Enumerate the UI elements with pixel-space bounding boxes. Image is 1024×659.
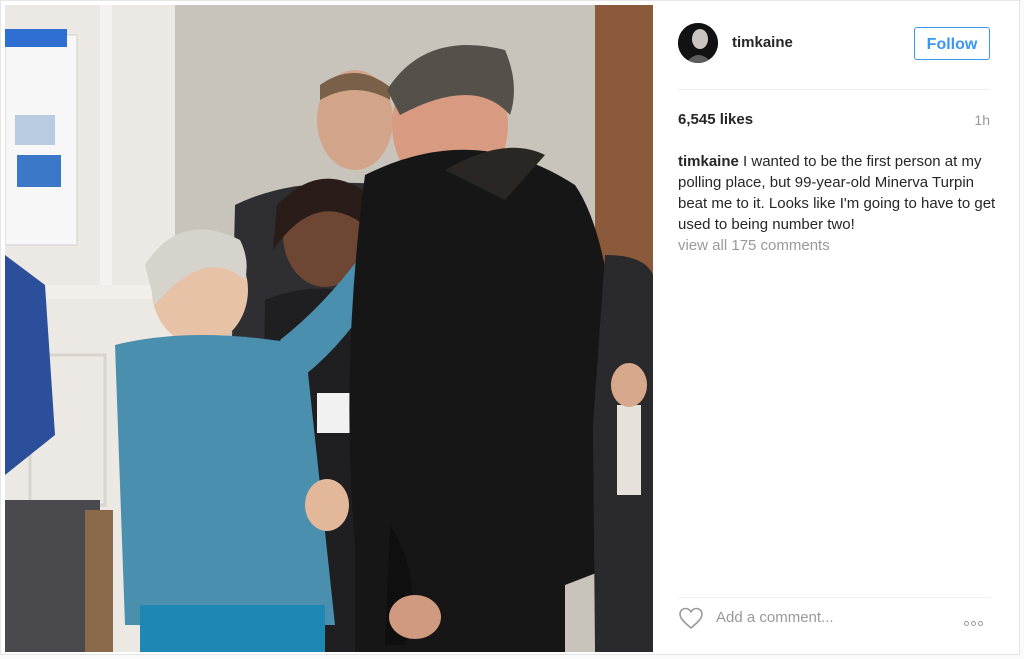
avatar[interactable] <box>678 23 718 63</box>
caption-username-link[interactable]: timkaine <box>678 153 739 170</box>
post-photo[interactable] <box>5 5 653 652</box>
instagram-post: timkaine Follow 6,545 likes 1h timkaine … <box>0 0 1020 655</box>
post-header: timkaine Follow <box>678 21 990 90</box>
heart-icon[interactable] <box>678 606 704 630</box>
follow-button[interactable]: Follow <box>914 27 990 60</box>
add-comment-input[interactable] <box>716 606 936 628</box>
username-link[interactable]: timkaine <box>732 34 793 51</box>
avatar-image <box>678 23 718 63</box>
likes-count[interactable]: 6,545 likes <box>678 111 753 128</box>
photo-illustration <box>5 5 653 652</box>
post-caption: timkaine I wanted to be the first person… <box>678 151 998 235</box>
view-all-comments-link[interactable]: view all 175 comments <box>678 237 830 254</box>
post-timestamp[interactable]: 1h <box>974 112 990 128</box>
post-sidebar: timkaine Follow 6,545 likes 1h timkaine … <box>654 1 1020 656</box>
comment-bar <box>678 597 990 634</box>
more-options-icon[interactable] <box>964 613 990 626</box>
